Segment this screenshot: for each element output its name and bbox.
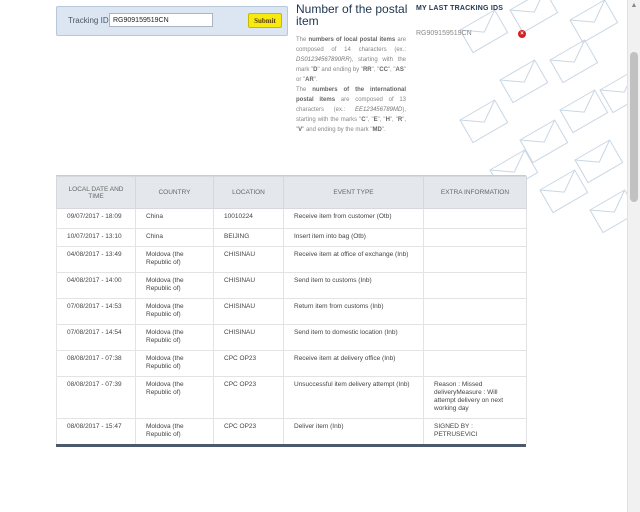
submit-button[interactable]: Submit xyxy=(248,13,282,28)
table-row: 04/08/2017 - 14:00 Moldova (the Republic… xyxy=(56,272,527,299)
cell-date: 08/08/2017 - 07:38 xyxy=(56,350,136,377)
cell-location: CHISINAU xyxy=(213,298,284,325)
cell-date: 08/08/2017 - 07:39 xyxy=(56,376,136,419)
table-row: 08/08/2017 - 07:38 Moldova (the Republic… xyxy=(56,350,527,377)
scroll-up-arrow-icon[interactable]: ▲ xyxy=(628,0,640,12)
local-numbers-paragraph: The numbers of local postal items are co… xyxy=(296,37,407,83)
events-table: LOCAL DATE AND TIME COUNTRY LOCATION EVE… xyxy=(56,176,527,444)
cell-location: CHISINAU xyxy=(213,324,284,351)
column-header-event-type: EVENT TYPE xyxy=(283,176,424,209)
cell-event: Unsuccessful item delivery attempt (Inb) xyxy=(283,376,424,419)
cell-country: Moldova (the Republic of) xyxy=(135,376,214,419)
cell-location: CHISINAU xyxy=(213,272,284,299)
cell-location: CPC OP23 xyxy=(213,350,284,377)
cell-event: Receive item at delivery office (Inb) xyxy=(283,350,424,377)
cell-country: China xyxy=(135,208,214,229)
cell-extra: SIGNED BY : PETRUSEVICI xyxy=(423,418,527,444)
cell-event: Receive item at office of exchange (Inb) xyxy=(283,246,424,273)
cell-extra xyxy=(423,350,527,377)
table-bottom-bar xyxy=(56,444,526,447)
cell-location: BEIJING xyxy=(213,228,284,247)
cell-event: Send item to customs (Inb) xyxy=(283,272,424,299)
cell-extra xyxy=(423,228,527,247)
table-row: 04/08/2017 - 13:49 Moldova (the Republic… xyxy=(56,246,527,273)
table-header-row: LOCAL DATE AND TIME COUNTRY LOCATION EVE… xyxy=(56,176,527,209)
cell-event: Return item from customs (Inb) xyxy=(283,298,424,325)
remove-tracking-id-icon[interactable]: × xyxy=(518,30,526,38)
cell-country: Moldova (the Republic of) xyxy=(135,272,214,299)
cell-date: 04/08/2017 - 13:49 xyxy=(56,246,136,273)
cell-extra xyxy=(423,246,527,273)
column-header-country: COUNTRY xyxy=(135,176,214,209)
table-row: 08/08/2017 - 15:47 Moldova (the Republic… xyxy=(56,418,527,444)
table-row: 07/08/2017 - 14:54 Moldova (the Republic… xyxy=(56,324,527,351)
cell-date: 10/07/2017 - 13:10 xyxy=(56,228,136,247)
cell-date: 08/08/2017 - 15:47 xyxy=(56,418,136,444)
cell-location: 10010224 xyxy=(213,208,284,229)
info-description: The numbers of local postal items are co… xyxy=(296,35,406,135)
events-table-viewport: LOCAL DATE AND TIME COUNTRY LOCATION EVE… xyxy=(0,176,640,444)
column-header-location: LOCATION xyxy=(213,176,284,209)
cell-location: CPC OP23 xyxy=(213,376,284,419)
cell-location: CHISINAU xyxy=(213,246,284,273)
cell-extra xyxy=(423,324,527,351)
cell-event: Receive item from customer (Otb) xyxy=(283,208,424,229)
tracking-id-label: Tracking ID xyxy=(68,16,109,25)
table-row: 09/07/2017 - 18:09 China 10010224 Receiv… xyxy=(56,208,527,229)
table-row: 08/08/2017 - 07:39 Moldova (the Republic… xyxy=(56,376,527,419)
cell-extra xyxy=(423,208,527,229)
table-row: 10/07/2017 - 13:10 China BEIJING Insert … xyxy=(56,228,527,247)
last-tracking-title: MY LAST TRACKING IDS xyxy=(416,5,504,12)
cell-extra: Reason : Missed deliveryMeasure : Will a… xyxy=(423,376,527,419)
table-row: 07/08/2017 - 14:53 Moldova (the Republic… xyxy=(56,298,527,325)
column-header-date: LOCAL DATE AND TIME xyxy=(56,176,136,209)
cell-date: 04/08/2017 - 14:00 xyxy=(56,272,136,299)
cell-event: Deliver item (Inb) xyxy=(283,418,424,444)
cell-location: CPC OP23 xyxy=(213,418,284,444)
tracking-form: Tracking ID Submit xyxy=(56,6,288,36)
cell-date: 07/08/2017 - 14:53 xyxy=(56,298,136,325)
cell-country: China xyxy=(135,228,214,247)
international-numbers-paragraph: The numbers of the international postal … xyxy=(296,87,407,133)
tracking-id-input[interactable] xyxy=(109,13,213,27)
cell-date: 07/08/2017 - 14:54 xyxy=(56,324,136,351)
info-title: Number of the postal item xyxy=(296,2,408,28)
cell-country: Moldova (the Republic of) xyxy=(135,324,214,351)
cell-country: Moldova (the Republic of) xyxy=(135,350,214,377)
column-header-extra-info: EXTRA INFORMATION xyxy=(423,176,527,209)
cell-extra xyxy=(423,272,527,299)
cell-event: Insert item into bag (Otb) xyxy=(283,228,424,247)
last-tracking-id-link[interactable]: RG909159519CN xyxy=(416,30,472,37)
cell-extra xyxy=(423,298,527,325)
cell-event: Send item to domestic location (Inb) xyxy=(283,324,424,351)
cell-country: Moldova (the Republic of) xyxy=(135,246,214,273)
cell-country: Moldova (the Republic of) xyxy=(135,418,214,444)
cell-date: 09/07/2017 - 18:09 xyxy=(56,208,136,229)
cell-country: Moldova (the Republic of) xyxy=(135,298,214,325)
